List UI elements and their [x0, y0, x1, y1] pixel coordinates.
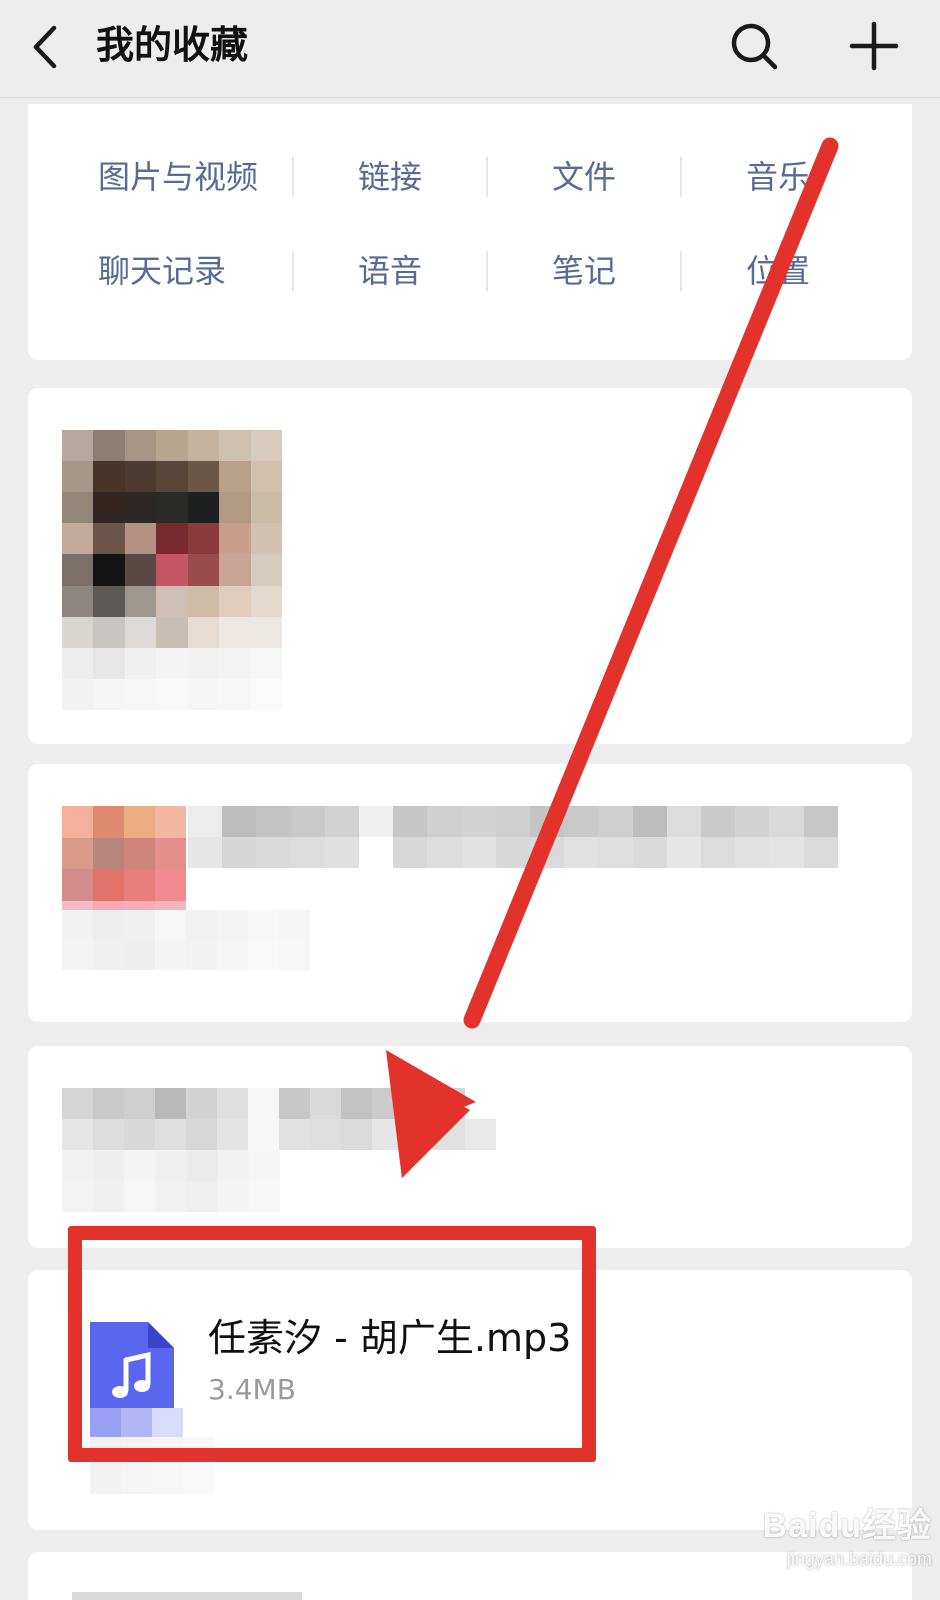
category-links[interactable]: 链接 [294, 152, 486, 202]
category-files[interactable]: 文件 [488, 152, 680, 202]
category-voice[interactable]: 语音 [294, 246, 486, 296]
category-music[interactable]: 音乐 [682, 152, 874, 202]
file-name: 任素汐 - 胡广生.mp3 [208, 1316, 572, 1360]
category-notes[interactable]: 笔记 [488, 246, 680, 296]
back-button[interactable] [26, 22, 70, 72]
favorite-item[interactable] [28, 1046, 912, 1248]
page-title: 我的收藏 [96, 23, 249, 67]
favorite-item[interactable] [28, 388, 912, 744]
category-chat-history[interactable]: 聊天记录 [28, 246, 292, 296]
category-filter-card: 图片与视频 链接 文件 音乐 聊天记录 语音 笔记 位置 [28, 104, 912, 360]
nav-bar: 我的收藏 [0, 0, 940, 98]
add-button[interactable] [848, 20, 900, 72]
blurred-text [188, 806, 872, 868]
plus-icon [849, 21, 899, 71]
blurred-source [90, 1408, 214, 1494]
favorite-item[interactable] [28, 1552, 912, 1600]
file-size: 3.4MB [208, 1373, 296, 1406]
favorite-item[interactable] [28, 764, 912, 1022]
favorite-item-music-file[interactable]: 任素汐 - 胡广生.mp3 3.4MB [28, 1270, 912, 1530]
chevron-left-icon [33, 25, 57, 69]
category-location[interactable]: 位置 [682, 246, 874, 296]
blurred-thumbnail [62, 430, 282, 710]
search-icon [731, 23, 778, 70]
category-images-videos[interactable]: 图片与视频 [28, 152, 292, 202]
blurred-source [62, 910, 310, 970]
search-button[interactable] [726, 18, 782, 74]
category-row-1: 图片与视频 链接 文件 音乐 [28, 152, 912, 202]
blurred-text [62, 1088, 496, 1150]
blurred-thumbnail [72, 1592, 302, 1600]
blurred-source [62, 1150, 280, 1212]
category-row-2: 聊天记录 语音 笔记 位置 [28, 246, 912, 296]
